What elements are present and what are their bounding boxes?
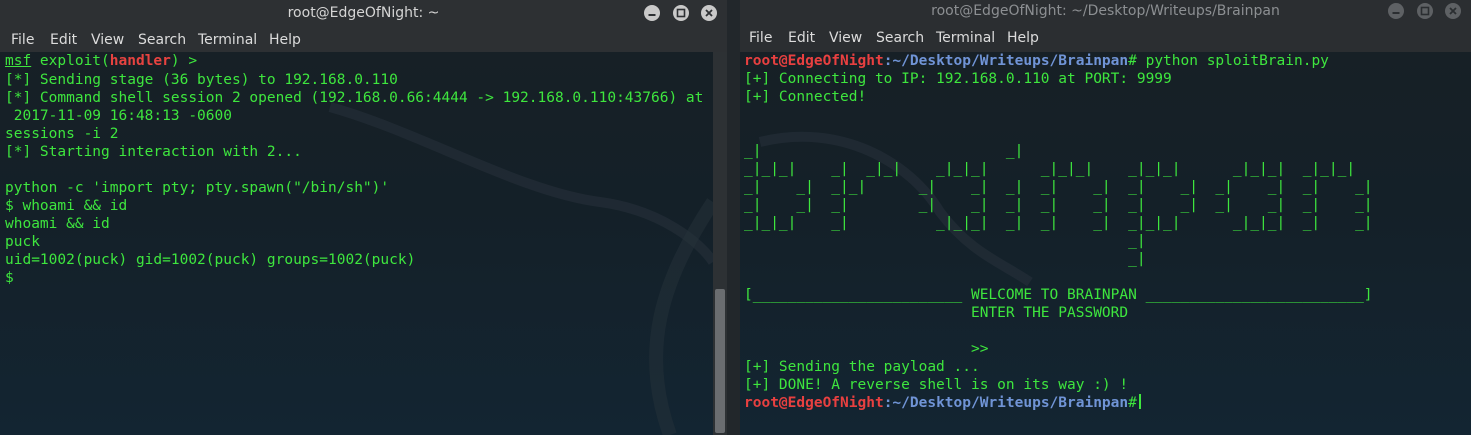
menu-help[interactable]: Help bbox=[1007, 30, 1039, 46]
terminal-line: whoami && id bbox=[5, 216, 110, 232]
menu-edit[interactable]: Edit bbox=[50, 32, 77, 48]
left-title-bar[interactable]: root@EdgeOfNight: ~ bbox=[0, 0, 727, 28]
terminal-line: [*] Starting interaction with 2... bbox=[5, 144, 302, 160]
terminal-line: [+] Connected! bbox=[744, 89, 867, 105]
close-icon[interactable] bbox=[701, 5, 717, 21]
terminal-line: uid=1002(puck) gid=1002(puck) groups=100… bbox=[5, 252, 416, 268]
ascii-banner-line: _| _| bbox=[744, 143, 1024, 159]
terminal-line: puck bbox=[5, 234, 40, 250]
menu-view[interactable]: View bbox=[829, 30, 862, 46]
left-window-title: root@EdgeOfNight: ~ bbox=[287, 5, 440, 21]
menu-file[interactable]: File bbox=[749, 30, 772, 46]
terminal-line: $ bbox=[5, 270, 14, 286]
ascii-banner-line: _|_|_| _| _|_|_| _| _| _| _|_|_| _|_|_| … bbox=[744, 215, 1373, 231]
msf-word: msf bbox=[5, 53, 32, 69]
ascii-banner-line: _| bbox=[744, 251, 1146, 267]
terminal-line: [*] Command shell session 2 opened (192.… bbox=[5, 90, 704, 106]
right-terminal-output[interactable]: root@EdgeOfNight:~/Desktop/Writeups/Brai… bbox=[740, 52, 1471, 435]
msf-prompt-line: msf exploit(handler) > bbox=[5, 53, 198, 69]
maximize-icon[interactable] bbox=[672, 5, 689, 21]
menu-search[interactable]: Search bbox=[876, 30, 924, 46]
terminal-line: sessions -i 2 bbox=[5, 126, 119, 142]
terminal-line: [+] Connecting to IP: 192.168.0.110 at P… bbox=[744, 71, 1172, 87]
right-menu-bar: File Edit View Search Terminal Help bbox=[740, 26, 1471, 52]
minimize-icon[interactable] bbox=[1388, 3, 1405, 19]
ascii-banner-line: _| _| _| _| _| _| _| _| _| _| _| _| _| _… bbox=[744, 197, 1373, 213]
left-menu-bar: File Edit View Search Terminal Help bbox=[0, 28, 727, 52]
ascii-banner-line: _|_|_| _| _|_| _|_|_| _|_|_| _|_|_| _|_|… bbox=[744, 161, 1356, 177]
right-window-title: root@EdgeOfNight: ~/Desktop/Writeups/Bra… bbox=[931, 3, 1280, 19]
ascii-banner-line: _| _| _|_| _| _| _| _| _| _| _| _| _| _|… bbox=[744, 179, 1373, 195]
terminal-line: $ whoami && id bbox=[5, 198, 128, 214]
enter-password-line: ENTER THE PASSWORD bbox=[744, 305, 1129, 321]
left-scrollbar[interactable] bbox=[713, 52, 727, 435]
menu-edit[interactable]: Edit bbox=[788, 30, 815, 46]
left-terminal-window[interactable]: root@EdgeOfNight: ~ File Edit View Searc… bbox=[0, 0, 727, 435]
menu-terminal[interactable]: Terminal bbox=[198, 32, 257, 48]
left-terminal-output[interactable]: msf exploit(handler) > [*] Sending stage… bbox=[0, 52, 713, 435]
menu-terminal[interactable]: Terminal bbox=[936, 30, 995, 46]
terminal-line: [+] DONE! A reverse shell is on its way … bbox=[744, 377, 1129, 393]
menu-file[interactable]: File bbox=[11, 32, 34, 48]
menu-search[interactable]: Search bbox=[138, 32, 186, 48]
maximize-icon[interactable] bbox=[1416, 3, 1433, 19]
close-icon[interactable] bbox=[1445, 3, 1461, 19]
window-gap bbox=[727, 0, 740, 435]
menu-help[interactable]: Help bbox=[269, 32, 301, 48]
right-terminal-window[interactable]: root@EdgeOfNight: ~/Desktop/Writeups/Bra… bbox=[740, 0, 1471, 435]
welcome-line: [________________________ WELCOME TO BRA… bbox=[744, 287, 1373, 303]
final-prompt-line: root@EdgeOfNight:~/Desktop/Writeups/Brai… bbox=[744, 394, 1141, 412]
terminal-line: python -c 'import pty; pty.spawn("/bin/s… bbox=[5, 180, 390, 196]
terminal-line: [+] Sending the payload ... bbox=[744, 359, 980, 375]
terminal-line: [*] Sending stage (36 bytes) to 192.168.… bbox=[5, 72, 398, 88]
command-prompt-line: root@EdgeOfNight:~/Desktop/Writeups/Brai… bbox=[744, 53, 1329, 69]
terminal-line: 2017-11-09 16:48:13 -0600 bbox=[5, 108, 232, 124]
ascii-banner-line: _| bbox=[744, 233, 1146, 249]
minimize-icon[interactable] bbox=[644, 5, 661, 21]
menu-view[interactable]: View bbox=[91, 32, 124, 48]
right-title-bar[interactable]: root@EdgeOfNight: ~/Desktop/Writeups/Bra… bbox=[740, 0, 1471, 26]
handler-word: handler bbox=[109, 53, 171, 69]
input-arrow-line: >> bbox=[744, 341, 989, 357]
text-cursor bbox=[1138, 394, 1141, 409]
left-scrollbar-thumb[interactable] bbox=[715, 289, 725, 433]
